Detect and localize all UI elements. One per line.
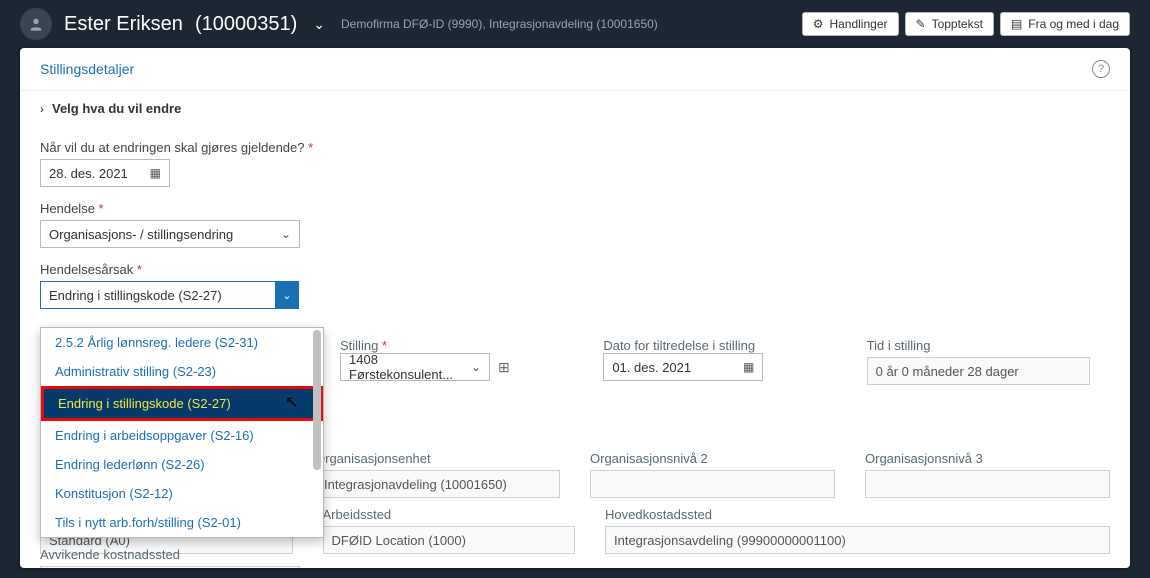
avvik-kost-value[interactable] [40, 566, 300, 568]
dropdown-item[interactable]: Administrativ stilling (S2-23) [41, 357, 323, 386]
calendar-icon[interactable]: ▦ [150, 166, 161, 180]
dropdown-item-selected[interactable]: Endring i stillingskode (S2-27) [41, 386, 323, 421]
chevron-right-icon[interactable]: › [40, 102, 44, 116]
panel-title: Stillingsdetaljer [40, 61, 134, 77]
dropdown-item[interactable]: Konstitusjon (S2-12) [41, 479, 323, 508]
chevron-down-icon: ⌄ [281, 227, 291, 241]
hovedkost-value: Integrasjonsavdeling (99900000001100) [605, 526, 1110, 554]
dato-tiltredelse-input[interactable]: 01. des. 2021 ▦ [603, 353, 763, 381]
avatar [20, 8, 52, 40]
org-niva3-label: Organisasjonsnivå 3 [865, 451, 1110, 466]
hovedkost-label: Hovedkostadssted [605, 507, 1110, 522]
dropdown-item[interactable]: Tils i nytt arb.forh/stilling (S2-01) [41, 508, 323, 537]
tid-i-stilling-label: Tid i stilling [867, 338, 1090, 353]
dropdown-item[interactable]: Endring lederlønn (S2-26) [41, 450, 323, 479]
dropdown-item[interactable]: 2.5.2 Årlig lønnsreg. ledere (S2-31) [41, 328, 323, 357]
effective-date-input[interactable]: 28. des. 2021 ▦ [40, 159, 170, 187]
aarsak-dropdown-list: 2.5.2 Årlig lønnsreg. ledere (S2-31) Adm… [40, 327, 324, 538]
aarsak-select[interactable]: Endring i stillingskode (S2-27) [40, 281, 276, 309]
hendelse-select[interactable]: Organisasjons- / stillingsendring ⌄ [40, 220, 300, 248]
stilling-label: Stilling [340, 338, 563, 353]
help-icon[interactable]: ? [1092, 60, 1110, 78]
calendar-icon[interactable]: ▦ [743, 360, 754, 374]
action-topptekst[interactable]: ✎Topptekst [905, 12, 994, 36]
panel-stillingsdetaljer: Stillingsdetaljer ? › Velg hva du vil en… [20, 48, 1130, 568]
scrollbar[interactable] [313, 330, 321, 470]
dato-tiltredelse-label: Dato for tiltredelse i stilling [603, 338, 826, 353]
person-id: (10000351) [195, 13, 297, 36]
action-handlinger[interactable]: ⚙Handlinger [802, 12, 899, 36]
org-tree-icon[interactable]: ⊞ [498, 359, 510, 376]
arbeidssted-value: DFØID Location (1000) [323, 526, 576, 554]
person-name: Ester Eriksen [64, 13, 183, 36]
dropdown-item[interactable]: Endring i arbeidsoppgaver (S2-16) [41, 421, 323, 450]
tid-i-stilling-value: 0 år 0 måneder 28 dager [867, 357, 1090, 385]
avvik-kost-label: Avvikende kostnadssted [40, 547, 300, 562]
aarsak-dropdown-toggle[interactable]: ⌄ [275, 281, 299, 309]
person-subinfo: Demofirma DFØ-ID (9990), Integrasjonavde… [341, 17, 658, 31]
org-niva2-label: Organisasjonsnivå 2 [590, 451, 835, 466]
stilling-select[interactable]: 1408 Førstekonsulent... ⌄ [340, 353, 490, 381]
aarsak-label: Hendelsesårsak [40, 262, 1110, 277]
date-label: Når vil du at endringen skal gjøres gjel… [40, 140, 1110, 155]
hendelse-label: Hendelse [40, 201, 1110, 216]
arbeidssted-label: Arbeidssted [323, 507, 576, 522]
action-fra-og-med[interactable]: ▤Fra og med i dag [1000, 12, 1130, 36]
chevron-down-icon[interactable]: ⌄ [313, 16, 325, 33]
chevron-down-icon: ⌄ [471, 360, 481, 374]
org-enhet-label: Organisasjonsenhet [315, 451, 560, 466]
section-title: Velg hva du vil endre [52, 101, 181, 116]
